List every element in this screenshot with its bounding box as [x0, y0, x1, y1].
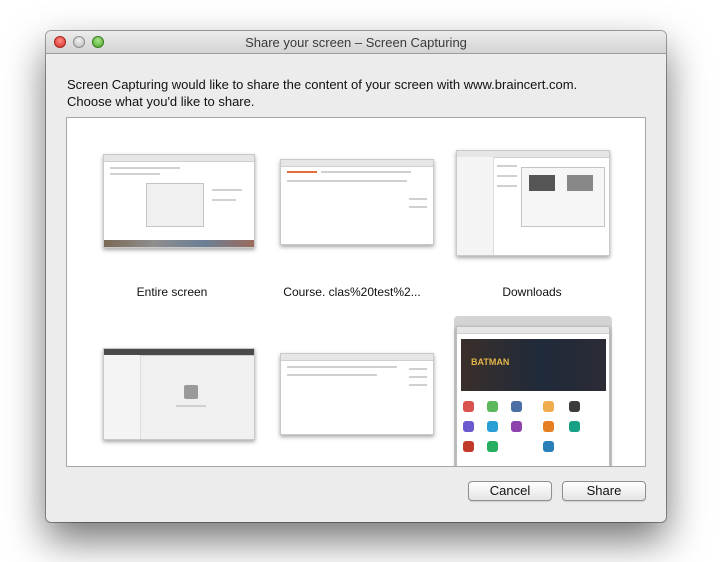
browser-window-thumbnail: [280, 353, 434, 435]
source-tile-downloads-window[interactable]: [87, 316, 257, 466]
entire-screen-thumbnail: [103, 154, 255, 248]
source-label: Entire screen: [136, 285, 208, 299]
source-label: Course. clas%20test%2...: [283, 285, 421, 299]
source-label: Downloads: [502, 285, 562, 299]
source-tile-downloads[interactable]: Downloads: [447, 142, 617, 302]
downloads-thumbnail: [456, 150, 610, 256]
share-prompt: Screen Capturing would like to share the…: [67, 76, 657, 110]
source-tile-course-tab[interactable]: Course. clas%20test%2...: [267, 142, 437, 302]
source-tile-browser-window[interactable]: [267, 316, 437, 466]
share-screen-dialog: Share your screen – Screen Capturing Scr…: [46, 31, 666, 522]
share-prompt-line-2: Choose what you'd like to share.: [67, 94, 255, 109]
window-thumbnail: [103, 348, 255, 440]
cancel-button[interactable]: Cancel: [468, 481, 552, 501]
title-bar: Share your screen – Screen Capturing: [46, 31, 666, 54]
share-prompt-line-1: Screen Capturing would like to share the…: [67, 77, 578, 92]
window-title: Share your screen – Screen Capturing: [245, 35, 467, 50]
share-button[interactable]: Share: [562, 481, 646, 501]
source-grid: Entire screen Course. clas%20test%2... D…: [66, 117, 646, 467]
source-tile-app-store[interactable]: BATMAN: [447, 316, 617, 466]
source-tile-entire-screen[interactable]: Entire screen: [87, 142, 257, 302]
app-store-thumbnail: BATMAN: [456, 326, 610, 466]
featured-banner: BATMAN: [461, 339, 606, 391]
course-tab-thumbnail: [280, 159, 434, 245]
